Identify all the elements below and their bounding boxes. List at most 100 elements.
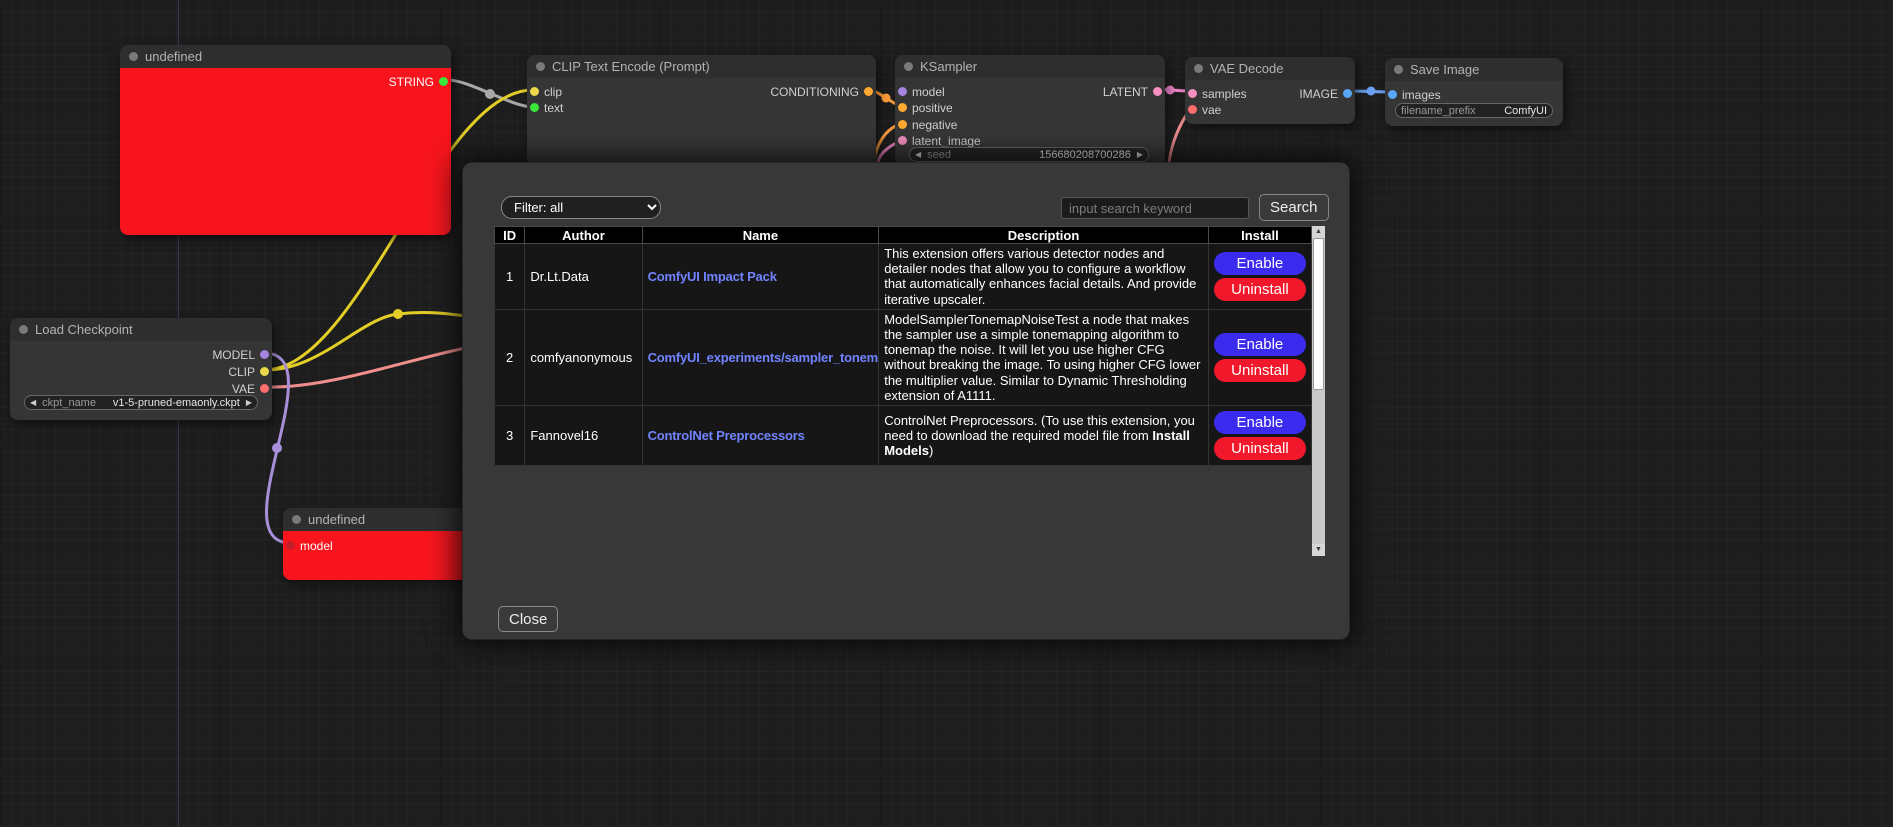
enable-button[interactable]: Enable (1214, 411, 1306, 434)
input-slot-model[interactable]: model (898, 85, 945, 98)
output-slot-latent[interactable]: LATENT (1103, 85, 1162, 98)
node-title-bar[interactable]: Save Image (1385, 58, 1563, 81)
output-slot-vae[interactable]: VAE (232, 382, 269, 395)
table-header-row: ID Author Name Description Install (495, 227, 1312, 244)
slot-label: samples (1202, 87, 1247, 101)
table-row: 2 comfyanonymous ComfyUI_experiments/sam… (495, 309, 1312, 405)
output-slot-string[interactable]: STRING (389, 75, 448, 88)
cell-description: ModelSamplerTonemapNoiseTest a node that… (879, 309, 1209, 405)
node-title-bar[interactable]: VAE Decode (1185, 57, 1355, 80)
node-undefined-bottom[interactable]: undefined model (283, 508, 473, 580)
cell-description: ControlNet Preprocessors. (To use this e… (879, 406, 1209, 466)
filename-prefix-widget[interactable]: filename_prefix ComfyUI (1395, 103, 1553, 118)
input-slot-latent-image[interactable]: latent_image (898, 134, 981, 147)
node-undefined-top[interactable]: undefined STRING (120, 45, 451, 235)
output-dot-icon[interactable] (1343, 89, 1352, 98)
next-icon[interactable]: ▶ (246, 398, 252, 407)
node-title-bar[interactable]: KSampler (895, 55, 1165, 78)
cell-name: ComfyUI_experiments/sampler_tonemap (642, 309, 879, 405)
uninstall-button[interactable]: Uninstall (1214, 437, 1306, 460)
input-slot-model[interactable]: model (286, 539, 333, 552)
input-dot-icon[interactable] (898, 103, 907, 112)
wire-vae-left (264, 345, 480, 387)
node-title-bar[interactable]: CLIP Text Encode (Prompt) (527, 55, 876, 78)
input-slot-vae[interactable]: vae (1188, 103, 1221, 116)
uninstall-button[interactable]: Uninstall (1214, 278, 1306, 301)
previous-icon[interactable]: ◀ (30, 398, 36, 407)
input-dot-icon[interactable] (1188, 89, 1197, 98)
input-dot-icon[interactable] (898, 87, 907, 96)
input-dot-icon[interactable] (286, 541, 295, 550)
input-dot-icon[interactable] (898, 136, 907, 145)
slot-label: clip (544, 85, 562, 99)
node-graph-canvas[interactable]: undefined STRING CLIP Text Encode (Promp… (0, 0, 1893, 827)
collapse-dot-icon[interactable] (1394, 65, 1403, 74)
node-title-bar[interactable]: Load Checkpoint (10, 318, 272, 341)
decrement-icon[interactable]: ◀ (915, 150, 921, 159)
slot-label: latent_image (912, 134, 981, 148)
slot-label: CLIP (228, 365, 255, 379)
cell-install: Enable Uninstall (1208, 406, 1311, 466)
input-dot-icon[interactable] (530, 87, 539, 96)
node-save-image[interactable]: Save Image images filename_prefix ComfyU… (1385, 58, 1563, 126)
input-slot-images[interactable]: images (1388, 88, 1441, 101)
scroll-down-icon[interactable]: ▼ (1312, 544, 1325, 556)
node-body[interactable]: samples vae IMAGE (1185, 80, 1355, 124)
output-dot-icon[interactable] (260, 367, 269, 376)
scroll-up-icon[interactable]: ▲ (1312, 226, 1325, 238)
output-dot-icon[interactable] (260, 384, 269, 393)
node-title-bar[interactable]: undefined (283, 508, 473, 531)
node-body[interactable]: MODEL CLIP VAE ◀ ckpt_name v1-5-pruned-e… (10, 341, 272, 420)
output-slot-image[interactable]: IMAGE (1299, 87, 1352, 100)
collapse-dot-icon[interactable] (129, 52, 138, 61)
node-vae-decode[interactable]: VAE Decode samples vae IMAGE (1185, 57, 1355, 124)
node-load-checkpoint[interactable]: Load Checkpoint MODEL CLIP VAE ◀ ckpt_na… (10, 318, 272, 420)
close-button[interactable]: Close (498, 606, 558, 632)
collapse-dot-icon[interactable] (904, 62, 913, 71)
slot-label: model (300, 539, 333, 553)
cell-id: 3 (495, 406, 525, 466)
input-dot-icon[interactable] (1388, 90, 1397, 99)
output-slot-conditioning[interactable]: CONDITIONING (770, 85, 873, 98)
extension-link[interactable]: ComfyUI_experiments/sampler_tonemap (648, 350, 879, 365)
collapse-dot-icon[interactable] (19, 325, 28, 334)
input-slot-negative[interactable]: negative (898, 118, 957, 131)
enable-button[interactable]: Enable (1214, 333, 1306, 356)
search-button[interactable]: Search (1259, 194, 1329, 221)
scrollbar[interactable]: ▲ ▼ (1312, 226, 1325, 556)
enable-button[interactable]: Enable (1214, 252, 1306, 275)
slot-label: vae (1202, 103, 1221, 117)
input-slot-samples[interactable]: samples (1188, 87, 1247, 100)
header-author: Author (525, 227, 642, 244)
wire-dot (1166, 86, 1175, 95)
ckpt-name-widget[interactable]: ◀ ckpt_name v1-5-pruned-emaonly.ckpt ▶ (24, 395, 258, 410)
extension-link[interactable]: ControlNet Preprocessors (648, 428, 805, 443)
collapse-dot-icon[interactable] (1194, 64, 1203, 73)
node-title-bar[interactable]: undefined (120, 45, 451, 68)
uninstall-button[interactable]: Uninstall (1214, 359, 1306, 382)
output-dot-icon[interactable] (1153, 87, 1162, 96)
node-body[interactable]: STRING (120, 68, 451, 235)
input-slot-positive[interactable]: positive (898, 101, 953, 114)
scrollbar-thumb[interactable] (1313, 238, 1324, 390)
filter-select[interactable]: Filter: all (501, 196, 661, 219)
input-dot-icon[interactable] (530, 103, 539, 112)
collapse-dot-icon[interactable] (536, 62, 545, 71)
output-dot-icon[interactable] (864, 87, 873, 96)
output-slot-model[interactable]: MODEL (212, 348, 269, 361)
cell-author: Dr.Lt.Data (525, 244, 642, 310)
node-body[interactable]: images filename_prefix ComfyUI (1385, 81, 1563, 126)
input-dot-icon[interactable] (1188, 105, 1197, 114)
search-input[interactable] (1061, 197, 1249, 219)
input-slot-text[interactable]: text (530, 101, 563, 114)
seed-widget[interactable]: ◀ seed 156680208700286 ▶ (909, 147, 1149, 162)
output-dot-icon[interactable] (439, 77, 448, 86)
output-dot-icon[interactable] (260, 350, 269, 359)
collapse-dot-icon[interactable] (292, 515, 301, 524)
node-body[interactable]: model (283, 531, 473, 580)
output-slot-clip[interactable]: CLIP (228, 365, 269, 378)
extension-link[interactable]: ComfyUI Impact Pack (648, 269, 777, 284)
input-dot-icon[interactable] (898, 120, 907, 129)
increment-icon[interactable]: ▶ (1137, 150, 1143, 159)
input-slot-clip[interactable]: clip (530, 85, 562, 98)
